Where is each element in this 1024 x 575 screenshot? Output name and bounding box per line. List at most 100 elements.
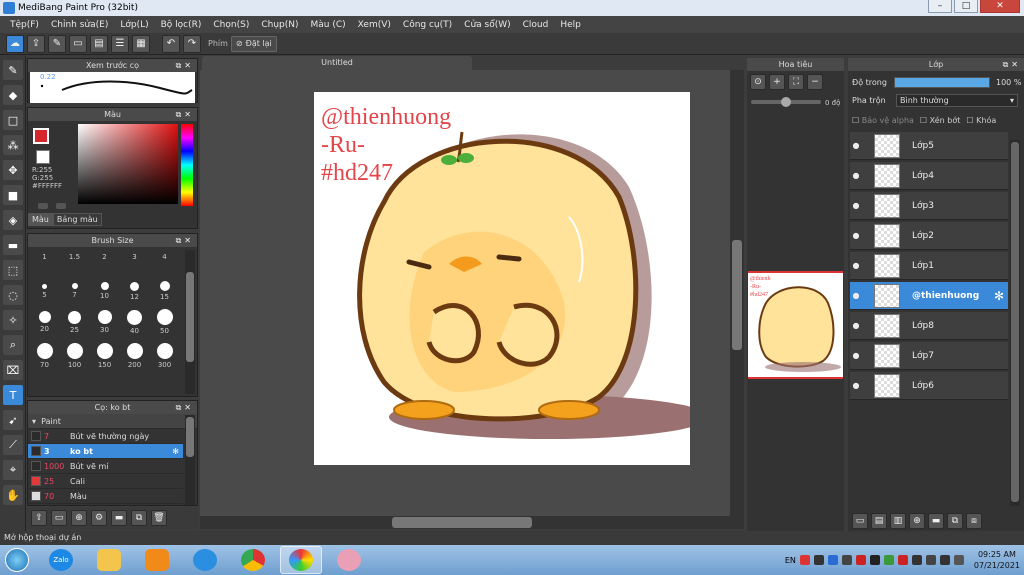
rotation-slider[interactable]	[751, 97, 821, 107]
taskbar-explorer[interactable]	[88, 546, 130, 574]
panel-buttons[interactable]: ⧉✕	[176, 108, 194, 121]
select-eraser-icon[interactable]: ⌧	[3, 360, 23, 380]
tray-monitor-icon[interactable]	[869, 555, 880, 565]
tab-palette[interactable]: Bảng màu	[52, 213, 102, 226]
minimize-button[interactable]: –	[928, 0, 952, 13]
transparent-swatch[interactable]	[36, 150, 50, 164]
signal-icon[interactable]	[939, 555, 950, 565]
canvas-horizontal-scrollbar[interactable]	[200, 516, 744, 529]
brush-size-option[interactable]: 25	[60, 306, 89, 338]
merge-layer-icon[interactable]: ⧈	[966, 513, 982, 529]
shape-tool-icon[interactable]: ■	[3, 185, 23, 205]
reset-button[interactable]: ⊘ Đặt lại	[230, 35, 277, 52]
brush-upload-icon[interactable]: ⇪	[31, 510, 47, 526]
brush-size-option[interactable]: 40	[120, 306, 149, 338]
brush-size-option[interactable]: 150	[90, 340, 119, 372]
brush-duplicate-icon[interactable]: ⧉	[131, 510, 147, 526]
hue-slider[interactable]	[181, 124, 193, 206]
menu-file[interactable]: Tệp(F)	[4, 20, 45, 30]
select-tool-icon[interactable]: ⬚	[3, 260, 23, 280]
brush-size-option[interactable]: 7	[60, 278, 89, 304]
layer-row[interactable]: ● Lớp6	[850, 372, 1008, 400]
bucket-tool-icon[interactable]: ◈	[3, 210, 23, 230]
brush-size-option[interactable]: 10	[90, 278, 119, 304]
clock[interactable]: 09:25 AM 07/21/2021	[974, 549, 1020, 571]
brush-size-option[interactable]: 30	[90, 306, 119, 338]
layer-row[interactable]: ● Lớp1	[850, 252, 1008, 280]
brush-size-option[interactable]: 300	[150, 340, 179, 372]
eye-icon[interactable]: ●	[850, 261, 862, 270]
new-halftone-layer-icon[interactable]: ▥	[890, 513, 906, 529]
canvas-vertical-scrollbar[interactable]	[730, 70, 744, 516]
menu-view[interactable]: Xem(V)	[352, 20, 397, 30]
zoom-out-icon[interactable]: −	[807, 74, 823, 90]
brush-item[interactable]: 7 Bút vẽ thường ngày	[28, 429, 183, 444]
taskbar-chrome[interactable]	[232, 546, 274, 574]
battery-icon[interactable]	[925, 555, 936, 565]
bluetooth-icon[interactable]	[827, 555, 838, 565]
panel-buttons[interactable]: ⧉✕	[176, 59, 194, 72]
primary-color-swatch[interactable]	[33, 128, 49, 144]
brush-add-icon[interactable]: ⊕	[71, 510, 87, 526]
eye-icon[interactable]: ●	[850, 381, 862, 390]
material-icon[interactable]: ▭	[69, 34, 87, 53]
gear-icon[interactable]: ✻	[172, 447, 179, 456]
menu-help[interactable]: Help	[554, 20, 587, 30]
brush-size-option[interactable]: 100	[60, 340, 89, 372]
new-color-layer-icon[interactable]: ▤	[871, 513, 887, 529]
layer-row[interactable]: ● Lớp5	[850, 132, 1008, 160]
layer-menu-icon[interactable]: ⊕	[909, 513, 925, 529]
tray-arrows-icon[interactable]	[911, 555, 922, 565]
panel-buttons[interactable]: ⧉✕	[1003, 58, 1021, 71]
gradient-tool-icon[interactable]: ▬	[3, 235, 23, 255]
clip-checkbox[interactable]: ☐ Xén bớt	[920, 116, 960, 125]
panel-buttons[interactable]: ⧉✕	[176, 401, 194, 414]
comment-icon[interactable]: ✎	[48, 34, 66, 53]
lock-checkbox[interactable]: ☐ Khóa	[966, 116, 996, 125]
document-icon[interactable]: ▤	[90, 34, 108, 53]
canvas-paper[interactable]: @thienhuong -Ru- #hd247	[314, 92, 690, 465]
tray-network-icon[interactable]	[841, 555, 852, 565]
nvidia-icon[interactable]	[883, 555, 894, 565]
undo-icon[interactable]: ↶	[162, 34, 180, 53]
maximize-button[interactable]: □	[954, 0, 978, 13]
menu-snap[interactable]: Chụp(N)	[255, 20, 304, 30]
tray-clip-icon[interactable]	[813, 555, 824, 565]
eye-icon[interactable]: ●	[850, 351, 862, 360]
move-tool-icon[interactable]: ✥	[3, 160, 23, 180]
eye-icon[interactable]: ●	[850, 291, 862, 300]
brush-tool-icon[interactable]: ✎	[3, 60, 23, 80]
taskbar-media[interactable]	[136, 546, 178, 574]
taskbar-ie[interactable]	[184, 546, 226, 574]
brush-size-option[interactable]: 200	[120, 340, 149, 372]
magic-wand-icon[interactable]: ✧	[3, 310, 23, 330]
redo-icon[interactable]: ↷	[183, 34, 201, 53]
brush-size-scrollbar[interactable]	[185, 250, 195, 394]
brush-size-option[interactable]: 3	[120, 250, 149, 262]
brush-new-icon[interactable]: ▭	[51, 510, 67, 526]
menu-select[interactable]: Chọn(S)	[207, 20, 255, 30]
panel-buttons[interactable]: ⧉✕	[176, 234, 194, 247]
hand-tool-icon[interactable]: ✋	[3, 485, 23, 505]
menu-tools[interactable]: Công cụ(T)	[397, 20, 458, 30]
blend-mode-select[interactable]: Bình thường ▾	[896, 94, 1018, 107]
tab-color[interactable]: Màu	[28, 213, 53, 226]
eye-icon[interactable]: ●	[850, 231, 862, 240]
brush-delete-icon[interactable]: 🗑	[151, 510, 167, 526]
protect-alpha-checkbox[interactable]: ☐ Bảo vệ alpha	[852, 116, 914, 125]
layer-row[interactable]: ● Lớp7	[850, 342, 1008, 370]
eye-icon[interactable]: ●	[850, 201, 862, 210]
menu-window[interactable]: Cửa sổ(W)	[458, 20, 516, 30]
eraser-tool-icon[interactable]: ◆	[3, 85, 23, 105]
divide-tool-icon[interactable]: ⟋	[3, 435, 23, 455]
brush-size-option[interactable]: 12	[120, 278, 149, 304]
brush-size-option[interactable]: 20	[30, 306, 59, 338]
brush-item[interactable]: 1000 Bút vẽ mí	[28, 459, 183, 474]
document-tab[interactable]: Untitled	[202, 56, 472, 70]
brush-folder-icon[interactable]: ▬	[111, 510, 127, 526]
vietkey-icon[interactable]	[897, 555, 908, 565]
brush-size-option[interactable]: 1.5	[60, 250, 89, 262]
zoom-in-icon[interactable]: +	[769, 74, 785, 90]
layer-row[interactable]: ● Lớp4	[850, 162, 1008, 190]
brush-size-option[interactable]: 50	[150, 306, 179, 338]
